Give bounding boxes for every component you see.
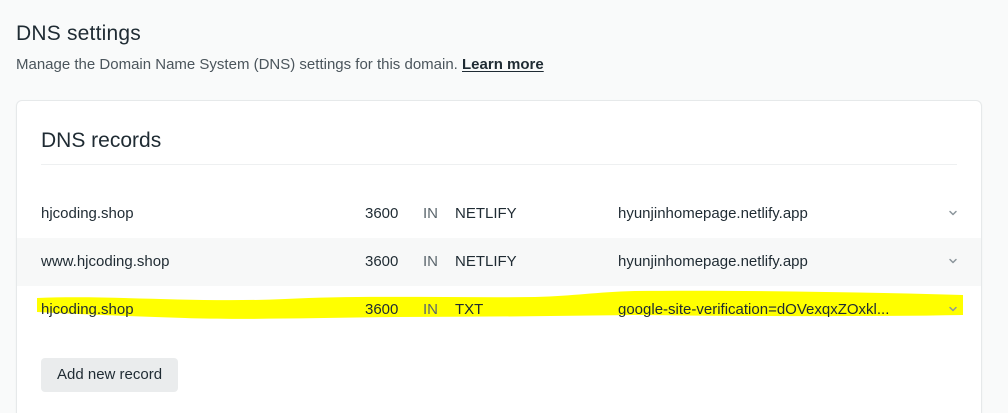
record-ttl: 3600	[365, 253, 399, 270]
chevron-down-icon[interactable]	[947, 255, 959, 267]
record-ttl: 3600	[365, 205, 399, 222]
record-host: hjcoding.shop	[41, 205, 134, 222]
subtitle-text: Manage the Domain Name System (DNS) sett…	[16, 56, 458, 73]
learn-more-link[interactable]: Learn more	[462, 56, 544, 73]
record-class: IN	[423, 301, 438, 318]
card-divider	[41, 164, 957, 165]
record-class: IN	[423, 205, 438, 222]
dns-settings-page: DNS settings Manage the Domain Name Syst…	[0, 0, 1008, 413]
record-value: hyunjinhomepage.netlify.app	[618, 253, 808, 270]
record-ttl: 3600	[365, 301, 399, 318]
card-title: DNS records	[41, 129, 162, 152]
dns-record-row[interactable]: hjcoding.shop 3600 IN TXT google-site-ve…	[17, 286, 981, 334]
page-title: DNS settings	[16, 22, 141, 45]
record-host: www.hjcoding.shop	[41, 253, 170, 270]
record-host: hjcoding.shop	[41, 301, 134, 318]
dns-record-row[interactable]: hjcoding.shop 3600 IN NETLIFY hyunjinhom…	[17, 190, 981, 238]
record-class: IN	[423, 253, 438, 270]
record-type: TXT	[455, 301, 484, 318]
add-new-record-button[interactable]: Add new record	[41, 358, 179, 392]
dns-records-list: hjcoding.shop 3600 IN NETLIFY hyunjinhom…	[17, 190, 981, 334]
page-subtitle: Manage the Domain Name System (DNS) sett…	[16, 55, 544, 75]
chevron-down-icon[interactable]	[947, 303, 959, 315]
record-value: google-site-verification=dOVexqxZOxkl...	[618, 301, 890, 318]
record-type: NETLIFY	[455, 205, 517, 222]
dns-records-card: DNS records hjcoding.shop 3600 IN NETLIF…	[16, 100, 982, 413]
page-header: DNS settings Manage the Domain Name Syst…	[16, 20, 544, 75]
chevron-down-icon[interactable]	[947, 207, 959, 219]
dns-record-row[interactable]: www.hjcoding.shop 3600 IN NETLIFY hyunji…	[17, 238, 981, 286]
record-type: NETLIFY	[455, 253, 517, 270]
record-value: hyunjinhomepage.netlify.app	[618, 205, 808, 222]
